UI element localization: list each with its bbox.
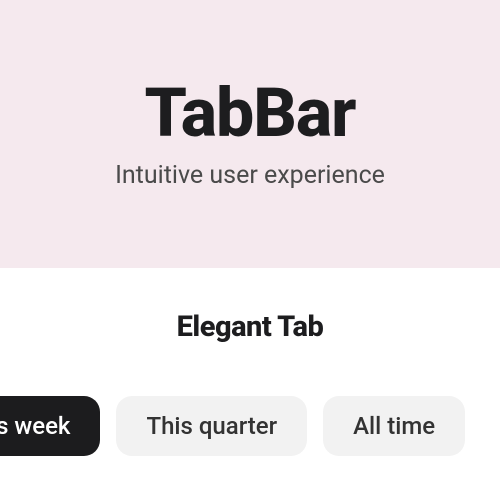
hero-subtitle: Intuitive user experience <box>115 161 385 190</box>
section-title: Elegant Tab <box>177 310 324 344</box>
hero-title: TabBar <box>144 79 355 147</box>
tab-this-week[interactable]: This week <box>0 396 100 456</box>
hero: TabBar Intuitive user experience <box>0 0 500 268</box>
tab-this-quarter[interactable]: This quarter <box>116 396 307 456</box>
tab-all-time[interactable]: All time <box>323 396 465 456</box>
tab-bar: This week This quarter All time <box>0 396 432 456</box>
section: Elegant Tab This week This quarter All t… <box>0 268 500 456</box>
